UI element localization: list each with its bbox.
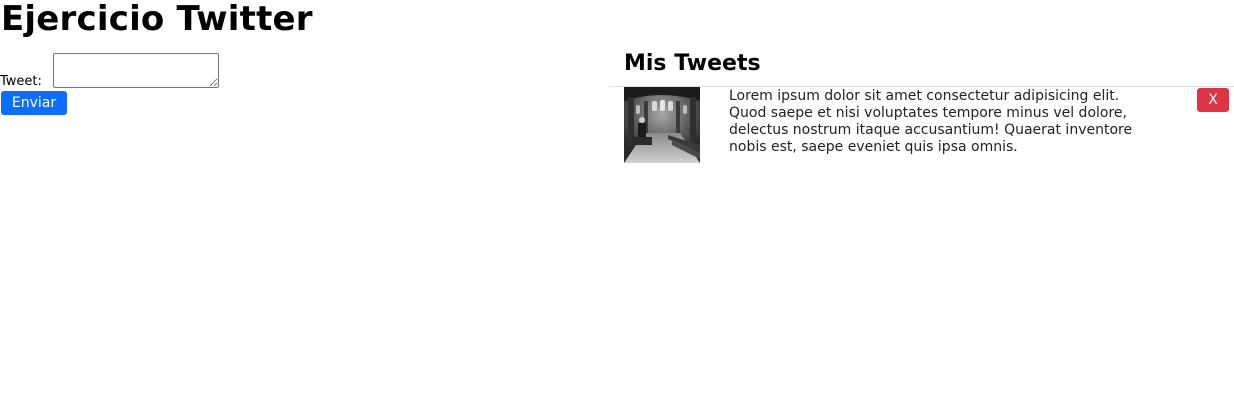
tweet-thumbnail [624, 87, 700, 163]
page: Ejercicio Twitter Tweet: Enviar Mis Twee… [0, 0, 1234, 404]
delete-tweet-button[interactable]: X [1197, 88, 1229, 112]
send-button[interactable]: Enviar [1, 91, 67, 115]
tweet-textarea[interactable] [53, 53, 219, 88]
page-title: Ejercicio Twitter [1, 0, 313, 39]
tweet-text: Lorem ipsum dolor sit amet consectetur a… [729, 88, 1133, 155]
tweet-label: Tweet: [0, 74, 42, 89]
tweets-panel: Mis Tweets Lorem ipsum dolor sit amet co… [609, 0, 1234, 404]
tweets-heading: Mis Tweets [624, 51, 761, 76]
tweet-item: Lorem ipsum dolor sit amet consectetur a… [624, 87, 1234, 163]
